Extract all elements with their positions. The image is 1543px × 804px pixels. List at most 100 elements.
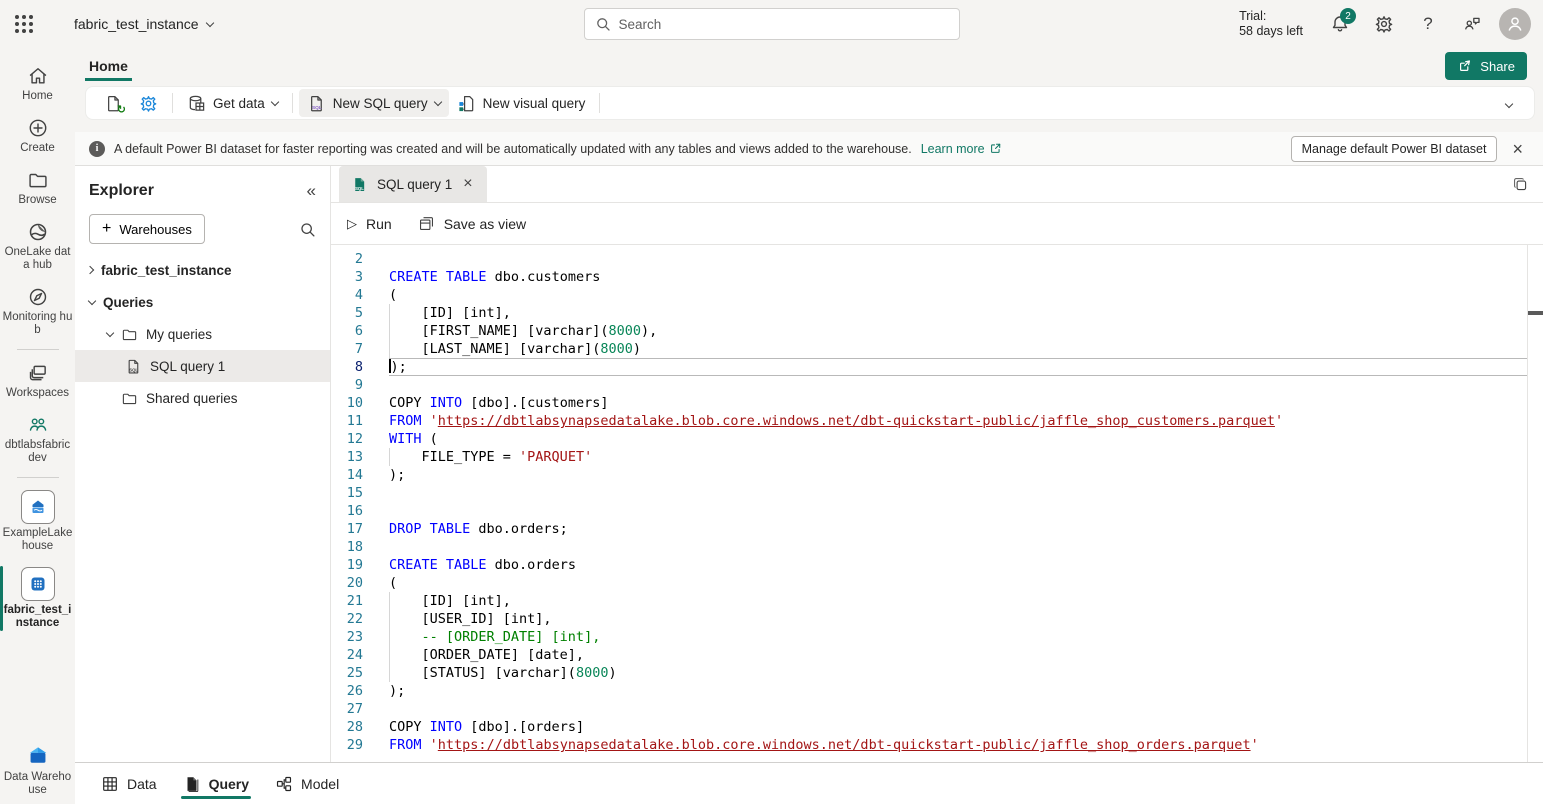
rail-item-workspaces[interactable]: Workspaces <box>0 355 75 407</box>
sql-code-editor[interactable]: 23CREATE TABLE dbo.customers4(5 [ID] [in… <box>331 245 1543 762</box>
code-line-4[interactable]: 4( <box>331 286 1543 304</box>
visual-query-icon <box>457 94 476 113</box>
code-line-29[interactable]: 29FROM 'https://dbtlabsynapsedatalake.bl… <box>331 736 1543 754</box>
code-line-9[interactable]: 9 <box>331 376 1543 394</box>
tree-item-queries[interactable]: Queries <box>75 286 330 318</box>
rail-item-create[interactable]: Create <box>0 110 75 162</box>
tree-item-sql-query-1[interactable]: SQLSQL query 1 <box>75 350 330 382</box>
notifications-button[interactable]: 2 <box>1323 7 1357 41</box>
rail-item-monitoring-hub[interactable]: Monitoring hub <box>0 279 75 344</box>
code-line-6[interactable]: 6 [FIRST_NAME] [varchar](8000), <box>331 322 1543 340</box>
settings-button[interactable] <box>1367 7 1401 41</box>
view-tab-query[interactable]: Query <box>177 763 255 804</box>
code-line-5[interactable]: 5 [ID] [int], <box>331 304 1543 322</box>
save-as-view-button[interactable]: Save as view <box>418 215 526 232</box>
gear-icon <box>1374 14 1394 34</box>
rail-item-dbtlabsfabricdev[interactable]: dbtlabsfabricdev <box>0 407 75 472</box>
rail-item-label: ExampleLakehouse <box>2 527 73 553</box>
chevron-right-icon[interactable] <box>86 266 94 274</box>
rail-item-home[interactable]: Home <box>0 58 75 110</box>
tab-home[interactable]: Home <box>85 52 132 81</box>
code-line-21[interactable]: 21 [ID] [int], <box>331 592 1543 610</box>
code-line-16[interactable]: 16 <box>331 502 1543 520</box>
code-line-20[interactable]: 20( <box>331 574 1543 592</box>
tree-item-fabric-test-instance[interactable]: fabric_test_instance <box>75 254 330 286</box>
rail-item-fabric-test-instance[interactable]: fabric_test_instance <box>0 560 75 637</box>
run-button[interactable]: ▷ Run <box>347 216 392 232</box>
lakehouse-tile-icon <box>21 490 55 524</box>
explorer-tree: fabric_test_instance QueriesMy queriesSQL… <box>75 254 330 414</box>
editor-scrollbar-track[interactable] <box>1527 245 1528 762</box>
database-icon <box>187 94 206 113</box>
code-line-19[interactable]: 19CREATE TABLE dbo.orders <box>331 556 1543 574</box>
refresh-button[interactable]: ↻ <box>96 89 131 117</box>
left-nav-rail: HomeCreateBrowseOneLake data hubMonitori… <box>0 48 75 804</box>
account-avatar[interactable] <box>1499 8 1531 40</box>
code-line-10[interactable]: 10COPY INTO [dbo].[customers] <box>331 394 1543 412</box>
explorer-search-button[interactable] <box>299 221 316 238</box>
view-tab-model[interactable]: Model <box>269 763 345 804</box>
code-line-14[interactable]: 14); <box>331 466 1543 484</box>
collapse-panel-icon[interactable]: « <box>307 181 316 201</box>
query-tab-bar: SQL SQL query 1 × <box>331 166 1543 203</box>
code-line-7[interactable]: 7 [LAST_NAME] [varchar](8000) <box>331 340 1543 358</box>
settings-toolbar-button[interactable] <box>131 89 166 117</box>
code-line-25[interactable]: 25 [STATUS] [varchar](8000) <box>331 664 1543 682</box>
tree-item-shared-queries[interactable]: Shared queries <box>75 382 330 414</box>
code-line-15[interactable]: 15 <box>331 484 1543 502</box>
new-visual-query-button[interactable]: New visual query <box>449 89 594 117</box>
overview-ruler-cursor-mark <box>1528 311 1543 315</box>
code-line-18[interactable]: 18 <box>331 538 1543 556</box>
code-text: [ID] [int], <box>389 304 1527 322</box>
search-input[interactable] <box>619 17 949 32</box>
new-sql-query-button[interactable]: SQL New SQL query <box>299 89 449 117</box>
rail-item-onelake-data-hub[interactable]: OneLake data hub <box>0 214 75 279</box>
line-number: 5 <box>331 304 389 322</box>
share-button[interactable]: Share <box>1445 52 1527 80</box>
chevron-down-icon[interactable] <box>88 296 96 304</box>
code-text: COPY INTO [dbo].[orders] <box>389 718 1527 736</box>
workspace-switcher[interactable]: fabric_test_instance <box>74 16 213 32</box>
help-button[interactable]: ? <box>1411 7 1445 41</box>
feedback-button[interactable] <box>1455 7 1489 41</box>
app-launcher-button[interactable] <box>0 0 48 48</box>
chevron-down-icon[interactable] <box>106 328 114 336</box>
manage-default-dataset-button[interactable]: Manage default Power BI dataset <box>1291 136 1498 162</box>
top-bar: fabric_test_instance Trial: 58 days left… <box>0 0 1543 48</box>
code-line-28[interactable]: 28COPY INTO [dbo].[orders] <box>331 718 1543 736</box>
close-icon: × <box>1512 139 1523 159</box>
line-number: 3 <box>331 268 389 286</box>
get-data-button[interactable]: Get data <box>179 89 286 117</box>
add-warehouses-button[interactable]: + Warehouses <box>89 214 205 244</box>
code-text: FROM 'https://dbtlabsynapsedatalake.blob… <box>389 412 1527 430</box>
code-line-13[interactable]: 13 FILE_TYPE = 'PARQUET' <box>331 448 1543 466</box>
code-line-3[interactable]: 3CREATE TABLE dbo.customers <box>331 268 1543 286</box>
view-tab-data[interactable]: Data <box>95 763 163 804</box>
banner-close-button[interactable]: × <box>1506 140 1529 158</box>
rail-divider <box>17 349 59 350</box>
code-line-2[interactable]: 2 <box>331 250 1543 268</box>
tab-sql-query-1[interactable]: SQL SQL query 1 × <box>339 166 487 202</box>
copy-button[interactable] <box>1512 176 1529 193</box>
code-line-24[interactable]: 24 [ORDER_DATE] [date], <box>331 646 1543 664</box>
code-line-11[interactable]: 11FROM 'https://dbtlabsynapsedatalake.bl… <box>331 412 1543 430</box>
code-line-23[interactable]: 23 -- [ORDER_DATE] [int], <box>331 628 1543 646</box>
rail-item-examplelakehouse[interactable]: ExampleLakehouse <box>0 483 75 560</box>
learn-more-link[interactable]: Learn more <box>921 142 1002 156</box>
tab-close-button[interactable]: × <box>461 176 474 192</box>
code-line-22[interactable]: 22 [USER_ID] [int], <box>331 610 1543 628</box>
rail-item-data-warehouse[interactable]: Data Warehouse <box>0 737 75 804</box>
tree-item-label: fabric_test_instance <box>101 263 232 278</box>
view-tab-label: Model <box>301 776 339 792</box>
collapse-ribbon-button[interactable] <box>1506 94 1512 112</box>
rail-item-browse[interactable]: Browse <box>0 162 75 214</box>
code-line-12[interactable]: 12WITH ( <box>331 430 1543 448</box>
tree-item-my-queries[interactable]: My queries <box>75 318 330 350</box>
code-text: ( <box>389 574 1527 592</box>
code-line-26[interactable]: 26); <box>331 682 1543 700</box>
code-line-8[interactable]: 8); <box>331 358 1543 376</box>
global-search[interactable] <box>584 8 960 40</box>
code-text <box>389 250 1527 268</box>
code-line-17[interactable]: 17DROP TABLE dbo.orders; <box>331 520 1543 538</box>
code-line-27[interactable]: 27 <box>331 700 1543 718</box>
